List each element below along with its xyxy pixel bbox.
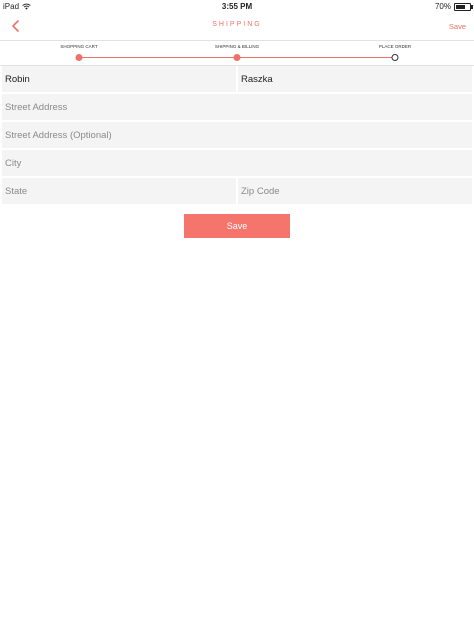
status-bar: iPad 3:55 PM 70% (0, 0, 474, 13)
save-button[interactable]: Save (184, 214, 290, 238)
first-name-field[interactable]: Robin (2, 66, 236, 92)
step-dot-shopping-cart[interactable] (75, 54, 83, 61)
zip-code-field[interactable]: Zip Code (238, 178, 472, 204)
step-label-shipping-billing: SHIPPING & BILLING (214, 44, 260, 49)
step-label-shopping-cart: SHOPPING CART (60, 44, 98, 49)
state-zip-row: State Zip Code (2, 178, 472, 204)
city-field[interactable]: City (2, 150, 472, 176)
last-name-value: Raszka (241, 73, 273, 85)
last-name-field[interactable]: Raszka (238, 66, 472, 92)
city-placeholder: City (5, 157, 22, 169)
status-right: 70% (434, 2, 473, 11)
battery-icon (454, 2, 473, 11)
clock: 3:55 PM (221, 2, 253, 11)
street2-row: Street Address (Optional) (2, 122, 472, 148)
navigation-bar: SHIPPING Save (0, 13, 474, 41)
step-dot-shipping-billing[interactable] (233, 54, 241, 61)
step-label-place-order: PLACE ORDER (378, 44, 412, 49)
street-address-optional-field[interactable]: Street Address (Optional) (2, 122, 472, 148)
city-row: City (2, 150, 472, 176)
progress-track-done-1 (79, 57, 237, 58)
street-row: Street Address (2, 94, 472, 120)
state-placeholder: State (5, 185, 28, 197)
street-address-field[interactable]: Street Address (2, 94, 472, 120)
street-address-optional-placeholder: Street Address (Optional) (5, 129, 112, 141)
nav-save-button[interactable]: Save (449, 22, 466, 31)
street-address-placeholder: Street Address (5, 101, 68, 113)
page-title: SHIPPING (212, 21, 262, 28)
first-name-value: Robin (5, 73, 30, 85)
zip-code-placeholder: Zip Code (241, 185, 280, 197)
progress-track-done-2 (237, 57, 395, 58)
name-row: Robin Raszka (2, 66, 472, 92)
step-dot-place-order[interactable] (391, 54, 399, 61)
shipping-form: Robin Raszka Street Address Street Addre… (0, 66, 474, 206)
battery-percent: 70% (434, 2, 451, 11)
battery-fill (456, 4, 466, 9)
checkout-progress: SHOPPING CART SHIPPING & BILLING PLACE O… (0, 41, 474, 66)
state-field[interactable]: State (2, 178, 236, 204)
